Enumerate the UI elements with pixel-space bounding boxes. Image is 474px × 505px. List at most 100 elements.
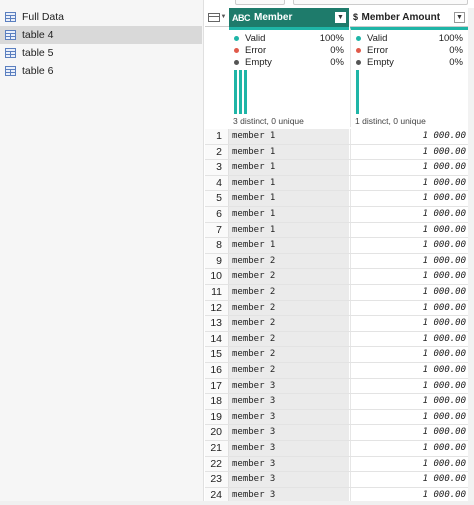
row-number[interactable]: 2 xyxy=(205,144,229,160)
row-number[interactable]: 1 xyxy=(205,129,229,144)
cell-member[interactable]: member 3 xyxy=(229,472,349,487)
cell-member-amount[interactable]: 1 000.00 xyxy=(350,347,468,362)
table-row[interactable]: 20 member 31 000.00 xyxy=(205,425,468,441)
cell-member[interactable]: member 2 xyxy=(229,285,349,300)
cell-member[interactable]: member 2 xyxy=(229,300,349,316)
cell-member-amount[interactable]: 1 000.00 xyxy=(350,472,468,487)
row-number[interactable]: 10 xyxy=(205,269,229,284)
cell-member-amount[interactable]: 1 000.00 xyxy=(350,331,468,347)
cell-member[interactable]: member 2 xyxy=(229,316,349,331)
cell-member[interactable]: member 3 xyxy=(229,425,349,440)
cell-member[interactable]: member 1 xyxy=(229,238,349,253)
query-item-table-5[interactable]: table 5 xyxy=(0,44,202,62)
cell-member[interactable]: member 2 xyxy=(229,331,349,347)
row-number[interactable]: 20 xyxy=(205,425,229,440)
cell-member-amount[interactable]: 1 000.00 xyxy=(350,363,468,378)
cell-member-amount[interactable]: 1 000.00 xyxy=(350,253,468,269)
cell-member-amount[interactable]: 1 000.00 xyxy=(350,238,468,253)
cell-member[interactable]: member 2 xyxy=(229,363,349,378)
cell-member[interactable]: member 1 xyxy=(229,129,349,144)
table-row[interactable]: 17 member 31 000.00 xyxy=(205,378,468,395)
cell-member-amount[interactable]: 1 000.00 xyxy=(350,222,468,238)
cell-member-amount[interactable]: 1 000.00 xyxy=(350,191,468,206)
vertical-scrollbar[interactable] xyxy=(468,8,474,505)
filter-dropdown-icon[interactable]: ▼ xyxy=(454,11,465,23)
cell-member-amount[interactable]: 1 000.00 xyxy=(350,316,468,331)
cell-member[interactable]: member 2 xyxy=(229,253,349,269)
row-number[interactable]: 5 xyxy=(205,191,229,206)
column-header-member-amount[interactable]: $ Member Amount ▼ xyxy=(350,8,468,27)
cell-member[interactable]: member 2 xyxy=(229,347,349,362)
cell-member-amount[interactable]: 1 000.00 xyxy=(350,394,468,409)
cell-member[interactable]: member 1 xyxy=(229,144,349,160)
table-row[interactable]: 22 member 31 000.00 xyxy=(205,456,468,473)
table-row[interactable]: 10 member 21 000.00 xyxy=(205,269,468,285)
query-item-table-4[interactable]: table 4 xyxy=(0,26,202,44)
table-row[interactable]: 11 member 21 000.00 xyxy=(205,285,468,301)
table-row[interactable]: 9 member 21 000.00 xyxy=(205,253,468,270)
cell-member[interactable]: member 1 xyxy=(229,175,349,191)
cell-member[interactable]: member 3 xyxy=(229,394,349,409)
table-row[interactable]: 16 member 21 000.00 xyxy=(205,363,468,379)
column-header-member[interactable]: ABC Member ▼ xyxy=(229,8,349,27)
row-number[interactable]: 15 xyxy=(205,347,229,362)
cell-member[interactable]: member 3 xyxy=(229,409,349,425)
table-row[interactable]: 7 member 11 000.00 xyxy=(205,222,468,239)
distribution-bar[interactable] xyxy=(244,70,247,114)
cell-member-amount[interactable]: 1 000.00 xyxy=(350,144,468,160)
row-number[interactable]: 6 xyxy=(205,207,229,222)
cell-member[interactable]: member 3 xyxy=(229,378,349,394)
table-row[interactable]: 4 member 11 000.00 xyxy=(205,175,468,192)
currency-type-icon[interactable]: $ xyxy=(353,12,358,22)
cell-member[interactable]: member 1 xyxy=(229,191,349,206)
cell-member-amount[interactable]: 1 000.00 xyxy=(350,425,468,440)
table-row[interactable]: 23 member 31 000.00 xyxy=(205,472,468,488)
row-number[interactable]: 19 xyxy=(205,409,229,425)
distribution-bar[interactable] xyxy=(234,70,237,114)
table-row[interactable]: 21 member 31 000.00 xyxy=(205,441,468,457)
cell-member[interactable]: member 2 xyxy=(229,269,349,284)
cell-member-amount[interactable]: 1 000.00 xyxy=(350,160,468,175)
table-row[interactable]: 3 member 11 000.00 xyxy=(205,160,468,176)
cell-member[interactable]: member 1 xyxy=(229,160,349,175)
cell-member-amount[interactable]: 1 000.00 xyxy=(350,207,468,222)
table-row[interactable]: 14 member 21 000.00 xyxy=(205,331,468,348)
table-row[interactable]: 1 member 11 000.00 xyxy=(205,129,468,145)
cell-member[interactable]: member 1 xyxy=(229,222,349,238)
row-number[interactable]: 4 xyxy=(205,175,229,191)
table-row[interactable]: 12 member 21 000.00 xyxy=(205,300,468,317)
cell-member[interactable]: member 3 xyxy=(229,456,349,472)
cell-member-amount[interactable]: 1 000.00 xyxy=(350,285,468,300)
text-type-icon[interactable]: ABC xyxy=(232,13,251,23)
query-item-full-data[interactable]: Full Data xyxy=(0,8,202,26)
table-row[interactable]: 18 member 31 000.00 xyxy=(205,394,468,410)
row-number[interactable]: 11 xyxy=(205,285,229,300)
table-row[interactable]: 13 member 21 000.00 xyxy=(205,316,468,332)
row-number[interactable]: 9 xyxy=(205,253,229,269)
cell-member-amount[interactable]: 1 000.00 xyxy=(350,175,468,191)
row-number[interactable]: 23 xyxy=(205,472,229,487)
cell-member[interactable]: member 3 xyxy=(229,441,349,456)
row-number[interactable]: 22 xyxy=(205,456,229,472)
table-row[interactable]: 8 member 11 000.00 xyxy=(205,238,468,254)
cell-member-amount[interactable]: 1 000.00 xyxy=(350,269,468,284)
table-menu-button[interactable]: ▼ xyxy=(205,8,229,27)
row-number[interactable]: 16 xyxy=(205,363,229,378)
cell-member-amount[interactable]: 1 000.00 xyxy=(350,456,468,472)
distribution-bar[interactable] xyxy=(356,70,359,114)
cell-member-amount[interactable]: 1 000.00 xyxy=(350,129,468,144)
cell-member-amount[interactable]: 1 000.00 xyxy=(350,441,468,456)
row-number[interactable]: 14 xyxy=(205,331,229,347)
row-number[interactable]: 13 xyxy=(205,316,229,331)
row-number[interactable]: 12 xyxy=(205,300,229,316)
row-number[interactable]: 7 xyxy=(205,222,229,238)
toolbar-control[interactable] xyxy=(235,0,285,5)
query-item-table-6[interactable]: table 6 xyxy=(0,62,202,80)
cell-member-amount[interactable]: 1 000.00 xyxy=(350,378,468,394)
table-row[interactable]: 5 member 11 000.00 xyxy=(205,191,468,207)
table-row[interactable]: 15 member 21 000.00 xyxy=(205,347,468,363)
table-row[interactable]: 19 member 31 000.00 xyxy=(205,409,468,426)
row-number[interactable]: 3 xyxy=(205,160,229,175)
cell-member-amount[interactable]: 1 000.00 xyxy=(350,409,468,425)
cell-member[interactable]: member 1 xyxy=(229,207,349,222)
